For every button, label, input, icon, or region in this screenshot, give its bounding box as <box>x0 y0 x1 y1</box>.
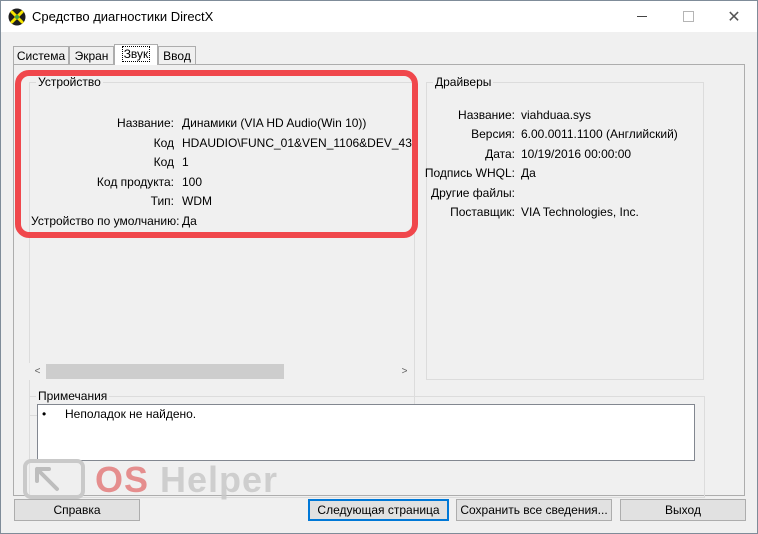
next-page-button[interactable]: Следующая страница <box>308 499 449 521</box>
tab-sound[interactable]: Звук <box>114 44 158 65</box>
device-value: WDM <box>182 194 212 208</box>
title-bar[interactable]: Средство диагностики DirectX ✕ <box>1 1 757 32</box>
driver-value: VIA Technologies, Inc. <box>521 205 639 219</box>
notes-group-title: Примечания <box>36 389 110 403</box>
window-title: Средство диагностики DirectX <box>32 9 214 24</box>
device-label: Название: <box>117 116 174 130</box>
tab-input[interactable]: Ввод <box>158 46 196 64</box>
device-value: Динамики (VIA HD Audio(Win 10)) <box>182 116 367 130</box>
device-value: 1 <box>182 155 189 169</box>
notes-textbox[interactable]: • Неполадок не найдено. <box>37 404 695 461</box>
watermark-logo: OS Helper <box>23 459 293 503</box>
notes-item-text: Неполадок не найдено. <box>65 407 197 421</box>
minimize-button[interactable] <box>619 1 665 32</box>
device-label: Код <box>153 155 174 169</box>
close-icon: ✕ <box>727 8 741 26</box>
tab-system[interactable]: Система <box>13 46 69 64</box>
scroll-left-icon[interactable]: < <box>29 363 46 380</box>
device-label: Тип: <box>150 194 174 208</box>
driver-value: 6.00.0011.1100 (Английский) <box>521 127 678 141</box>
driver-value: 10/19/2016 00:00:00 <box>521 147 632 161</box>
directx-app-icon <box>8 8 26 26</box>
driver-label: Дата: <box>485 147 515 161</box>
device-label: Код <box>153 136 174 150</box>
close-button[interactable]: ✕ <box>711 1 757 32</box>
bullet-icon: • <box>42 407 47 421</box>
device-label: Устройство по умолчанию: <box>31 214 180 228</box>
scrollbar-thumb[interactable] <box>46 364 284 379</box>
maximize-button[interactable] <box>665 1 711 32</box>
drivers-group-title: Драйверы <box>433 75 494 89</box>
driver-label: Версия: <box>471 127 515 141</box>
arrow-icon <box>35 467 59 491</box>
driver-label: Подпись WHQL: <box>424 166 515 180</box>
save-all-button[interactable]: Сохранить все сведения... <box>456 499 612 521</box>
driver-value: viahduaa.sys <box>521 108 592 122</box>
exit-button[interactable]: Выход <box>620 499 746 521</box>
driver-label: Другие файлы: <box>431 186 515 200</box>
device-label: Код продукта: <box>96 175 174 189</box>
arrow-cursor-icon <box>23 459 85 499</box>
device-value: Да <box>182 214 197 228</box>
watermark-text: OS Helper <box>95 459 279 500</box>
maximize-icon <box>682 11 694 22</box>
device-value: 100 <box>182 175 203 189</box>
minimize-icon <box>637 16 647 17</box>
driver-label: Поставщик: <box>450 205 515 219</box>
driver-label: Название: <box>458 108 515 122</box>
device-horizontal-scrollbar[interactable]: < > <box>29 363 413 380</box>
scroll-right-icon[interactable]: > <box>396 363 413 380</box>
driver-value: Да <box>521 166 536 180</box>
tab-display[interactable]: Экран <box>69 46 114 64</box>
device-value: HDAUDIO\FUNC_01&VEN_1106&DEV_4397&SUE <box>182 136 414 150</box>
device-group-title: Устройство <box>36 75 103 89</box>
directx-diagnostic-window: Средство диагностики DirectX ✕ Система Э… <box>0 0 758 534</box>
